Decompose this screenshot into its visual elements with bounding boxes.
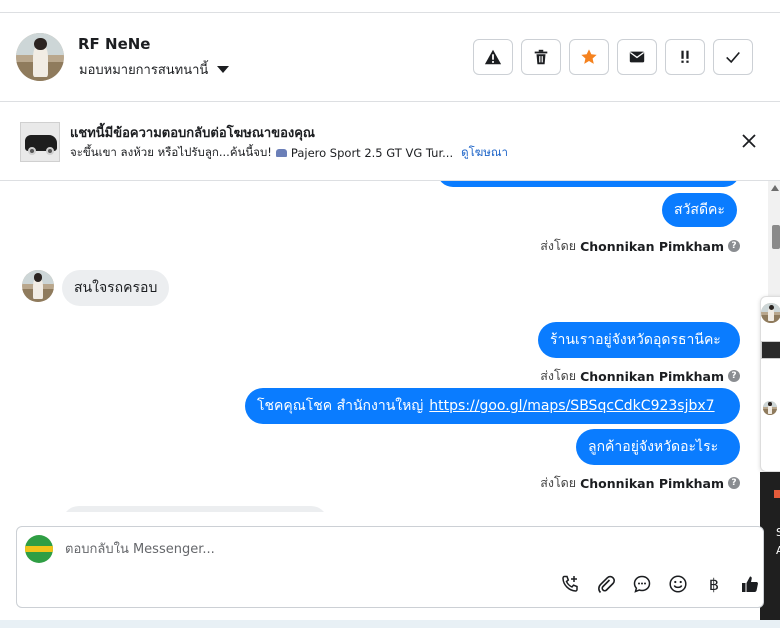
messenger-conversation: RF NeNe มอบหมายการสนทนานี้ แชทนี้มีข้อคว… bbox=[0, 0, 780, 628]
scroll-up-arrow-icon[interactable] bbox=[771, 185, 779, 191]
check-icon bbox=[726, 51, 740, 64]
ad-caption: จะขึ้นเขา ลงห้วย หรือไปรับลูก...ค้นนี้จบ… bbox=[70, 145, 272, 159]
mark-unread-button[interactable] bbox=[617, 39, 657, 75]
info-icon[interactable]: ? bbox=[728, 370, 740, 382]
side-text-1: S bbox=[776, 526, 780, 539]
sent-by-label: ส่งโดย Chonnikan Pimkham ? bbox=[540, 366, 740, 386]
sent-by-label: ส่งโดย Chonnikan Pimkham ? bbox=[540, 236, 740, 256]
side-avatar-small[interactable] bbox=[763, 401, 777, 415]
star-button[interactable] bbox=[569, 39, 609, 75]
follow-up-button[interactable] bbox=[665, 39, 705, 75]
message-thread[interactable]: สวัสดีคะ ส่งโดย Chonnikan Pimkham ? สนใจ… bbox=[0, 181, 780, 512]
sent-by-label: ส่งโดย Chonnikan Pimkham ? bbox=[540, 473, 740, 493]
info-icon[interactable]: ? bbox=[728, 240, 740, 252]
sent-by-prefix: ส่งโดย bbox=[540, 238, 577, 253]
info-icon[interactable]: ? bbox=[728, 477, 740, 489]
attach-button[interactable] bbox=[595, 573, 617, 595]
mark-done-button[interactable] bbox=[713, 39, 753, 75]
saved-replies-button[interactable] bbox=[631, 573, 653, 595]
sender-name: Chonnikan Pimkham bbox=[580, 238, 724, 254]
warning-icon bbox=[484, 49, 502, 65]
double-exclamation-icon bbox=[681, 50, 689, 63]
reply-input[interactable] bbox=[65, 535, 665, 563]
baht-icon: ฿ bbox=[708, 574, 720, 594]
smiley-icon bbox=[669, 575, 687, 593]
composer-tools: ฿ bbox=[559, 573, 761, 595]
contact-avatar[interactable] bbox=[16, 33, 64, 81]
side-text-2: A bbox=[776, 544, 780, 557]
contact-name[interactable]: RF NeNe bbox=[78, 35, 150, 53]
conversation-header: RF NeNe มอบหมายการสนทนานี้ bbox=[0, 12, 780, 102]
sender-name: Chonnikan Pimkham bbox=[580, 368, 724, 384]
close-ad-banner-button[interactable] bbox=[738, 130, 760, 152]
message-text: สนใจรถครอบ bbox=[74, 280, 158, 296]
ad-banner-title: แชทนี้มีข้อความตอบกลับต่อโฆษณาของคุณ bbox=[70, 126, 315, 141]
contact-avatar-small[interactable] bbox=[22, 270, 54, 302]
star-icon bbox=[581, 49, 597, 64]
sent-by-prefix: ส่งโดย bbox=[540, 368, 577, 383]
car-icon bbox=[275, 149, 287, 157]
side-contact-panel[interactable] bbox=[760, 296, 780, 472]
message-bubble-out[interactable]: โชคคุณโชค สำนักงานใหญ่ https://goo.gl/ma… bbox=[245, 388, 740, 424]
envelope-icon bbox=[629, 51, 645, 63]
sender-name: Chonnikan Pimkham bbox=[580, 475, 724, 491]
caret-down-icon bbox=[217, 66, 230, 73]
side-ad-thumb[interactable] bbox=[761, 341, 780, 359]
message-text: ร้านเราอยู่จังหวัดอุดรธานีคะ bbox=[550, 332, 721, 348]
like-button[interactable] bbox=[739, 573, 761, 595]
assign-label: มอบหมายการสนทนานี้ bbox=[79, 63, 209, 78]
message-bubble-in[interactable]: สนใจรถครอบ bbox=[62, 270, 170, 306]
message-bubble-in-partial bbox=[62, 506, 328, 512]
message-composer: ฿ bbox=[16, 526, 764, 608]
side-marker-icon bbox=[774, 490, 780, 498]
close-icon bbox=[742, 134, 756, 148]
ad-reply-banner: แชทนี้มีข้อความตอบกลับต่อโฆษณาของคุณ จะข… bbox=[0, 102, 780, 181]
header-actions bbox=[473, 39, 753, 75]
ad-product: Pajero Sport 2.5 GT VG Tur... bbox=[290, 146, 454, 160]
message-bubble-out[interactable]: สวัสดีคะ bbox=[662, 193, 737, 227]
emoji-button[interactable] bbox=[667, 573, 689, 595]
phone-plus-icon bbox=[562, 575, 578, 592]
payment-button[interactable]: ฿ bbox=[703, 573, 725, 595]
message-text: ลูกค้าอยู่จังหวัดอะไระ bbox=[588, 439, 719, 455]
side-avatar[interactable] bbox=[761, 303, 780, 323]
sent-by-prefix: ส่งโดย bbox=[540, 475, 577, 490]
ad-banner-subtitle: จะขึ้นเขา ลงห้วย หรือไปรับลูก...ค้นนี้จบ… bbox=[70, 144, 508, 162]
message-text: สวัสดีคะ bbox=[674, 202, 725, 218]
spam-button[interactable] bbox=[473, 39, 513, 75]
delete-button[interactable] bbox=[521, 39, 561, 75]
assign-conversation-dropdown[interactable]: มอบหมายการสนทนานี้ bbox=[79, 59, 230, 80]
page-avatar bbox=[25, 535, 53, 563]
message-text: โชคคุณโชค สำนักงานใหญ่ bbox=[257, 398, 424, 414]
map-link[interactable]: https://goo.gl/maps/SBSqcCdkC923sjbx7 bbox=[429, 398, 714, 414]
paperclip-icon bbox=[598, 575, 615, 594]
call-button[interactable] bbox=[559, 573, 581, 595]
scroll-thumb[interactable] bbox=[772, 225, 780, 249]
message-bubble-out[interactable]: ลูกค้าอยู่จังหวัดอะไระ bbox=[576, 429, 740, 465]
message-bubble-out[interactable]: ร้านเราอยู่จังหวัดอุดรธานีคะ bbox=[538, 322, 740, 358]
message-bubble-out-partial bbox=[437, 181, 740, 187]
view-ad-link[interactable]: ดูโฆษณา bbox=[461, 144, 508, 162]
bottom-strip bbox=[0, 620, 780, 628]
trash-icon bbox=[534, 49, 548, 65]
ad-thumbnail[interactable] bbox=[20, 122, 60, 162]
thumbs-up-icon bbox=[742, 576, 758, 592]
chat-bubble-icon bbox=[633, 575, 651, 593]
